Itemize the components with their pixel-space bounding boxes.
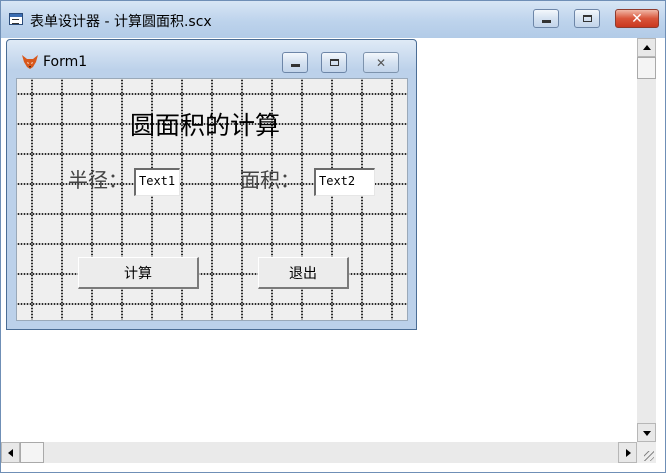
- exit-button[interactable]: 退出: [258, 257, 349, 289]
- area-label[interactable]: 面积：: [240, 164, 300, 193]
- designer-close-button[interactable]: ✕: [615, 9, 659, 28]
- designer-maximize-button[interactable]: [574, 9, 600, 28]
- scroll-left-button[interactable]: [1, 442, 20, 463]
- size-grip[interactable]: [637, 442, 656, 463]
- designer-minimize-button[interactable]: [533, 9, 559, 28]
- scroll-down-button[interactable]: [637, 423, 656, 442]
- form1-window[interactable]: Form1 ✕ 圆面积的计算 半径： Text1 面积： Text2 计算 退出: [6, 39, 417, 330]
- vertical-scrollbar[interactable]: [637, 38, 656, 442]
- maximize-icon: [329, 59, 339, 66]
- form1-title: Form1: [43, 54, 88, 70]
- minimize-icon: [541, 20, 551, 23]
- radius-label[interactable]: 半径：: [68, 164, 128, 193]
- resize-grip-icon: [644, 451, 654, 461]
- radius-textbox[interactable]: Text1: [134, 168, 180, 196]
- horizontal-scroll-thumb[interactable]: [20, 442, 44, 463]
- form-designer-icon: [9, 13, 23, 25]
- vertical-scroll-thumb[interactable]: [637, 57, 656, 79]
- form1-maximize-button[interactable]: [321, 52, 347, 73]
- designer-titlebar[interactable]: 表单设计器 - 计算圆面积.scx ✕: [1, 1, 665, 38]
- maximize-icon: [582, 15, 592, 22]
- scroll-right-button[interactable]: [618, 442, 637, 463]
- arrow-right-icon: [626, 449, 631, 457]
- minimize-icon: [290, 64, 300, 67]
- designer-title: 表单设计器 - 计算圆面积.scx: [30, 14, 212, 30]
- horizontal-scrollbar[interactable]: [1, 442, 637, 463]
- form-design-canvas[interactable]: 圆面积的计算 半径： Text1 面积： Text2 计算 退出: [16, 78, 408, 321]
- area-textbox[interactable]: Text2: [314, 168, 375, 196]
- fox-icon: [22, 55, 38, 69]
- calculate-button[interactable]: 计算: [78, 257, 199, 289]
- form-designer-window: 表单设计器 - 计算圆面积.scx ✕ Form1 ✕ 圆面积的计算 半径： T…: [0, 0, 666, 473]
- scroll-up-button[interactable]: [637, 38, 656, 57]
- arrow-left-icon: [8, 449, 13, 457]
- close-icon: ✕: [375, 55, 387, 70]
- form1-titlebar[interactable]: Form1 ✕: [7, 40, 416, 78]
- form1-minimize-button[interactable]: [282, 52, 308, 73]
- arrow-down-icon: [643, 431, 651, 436]
- form1-close-button[interactable]: ✕: [363, 52, 399, 73]
- heading-label[interactable]: 圆面积的计算: [130, 106, 280, 142]
- arrow-up-icon: [643, 45, 651, 50]
- close-icon: ✕: [631, 10, 643, 27]
